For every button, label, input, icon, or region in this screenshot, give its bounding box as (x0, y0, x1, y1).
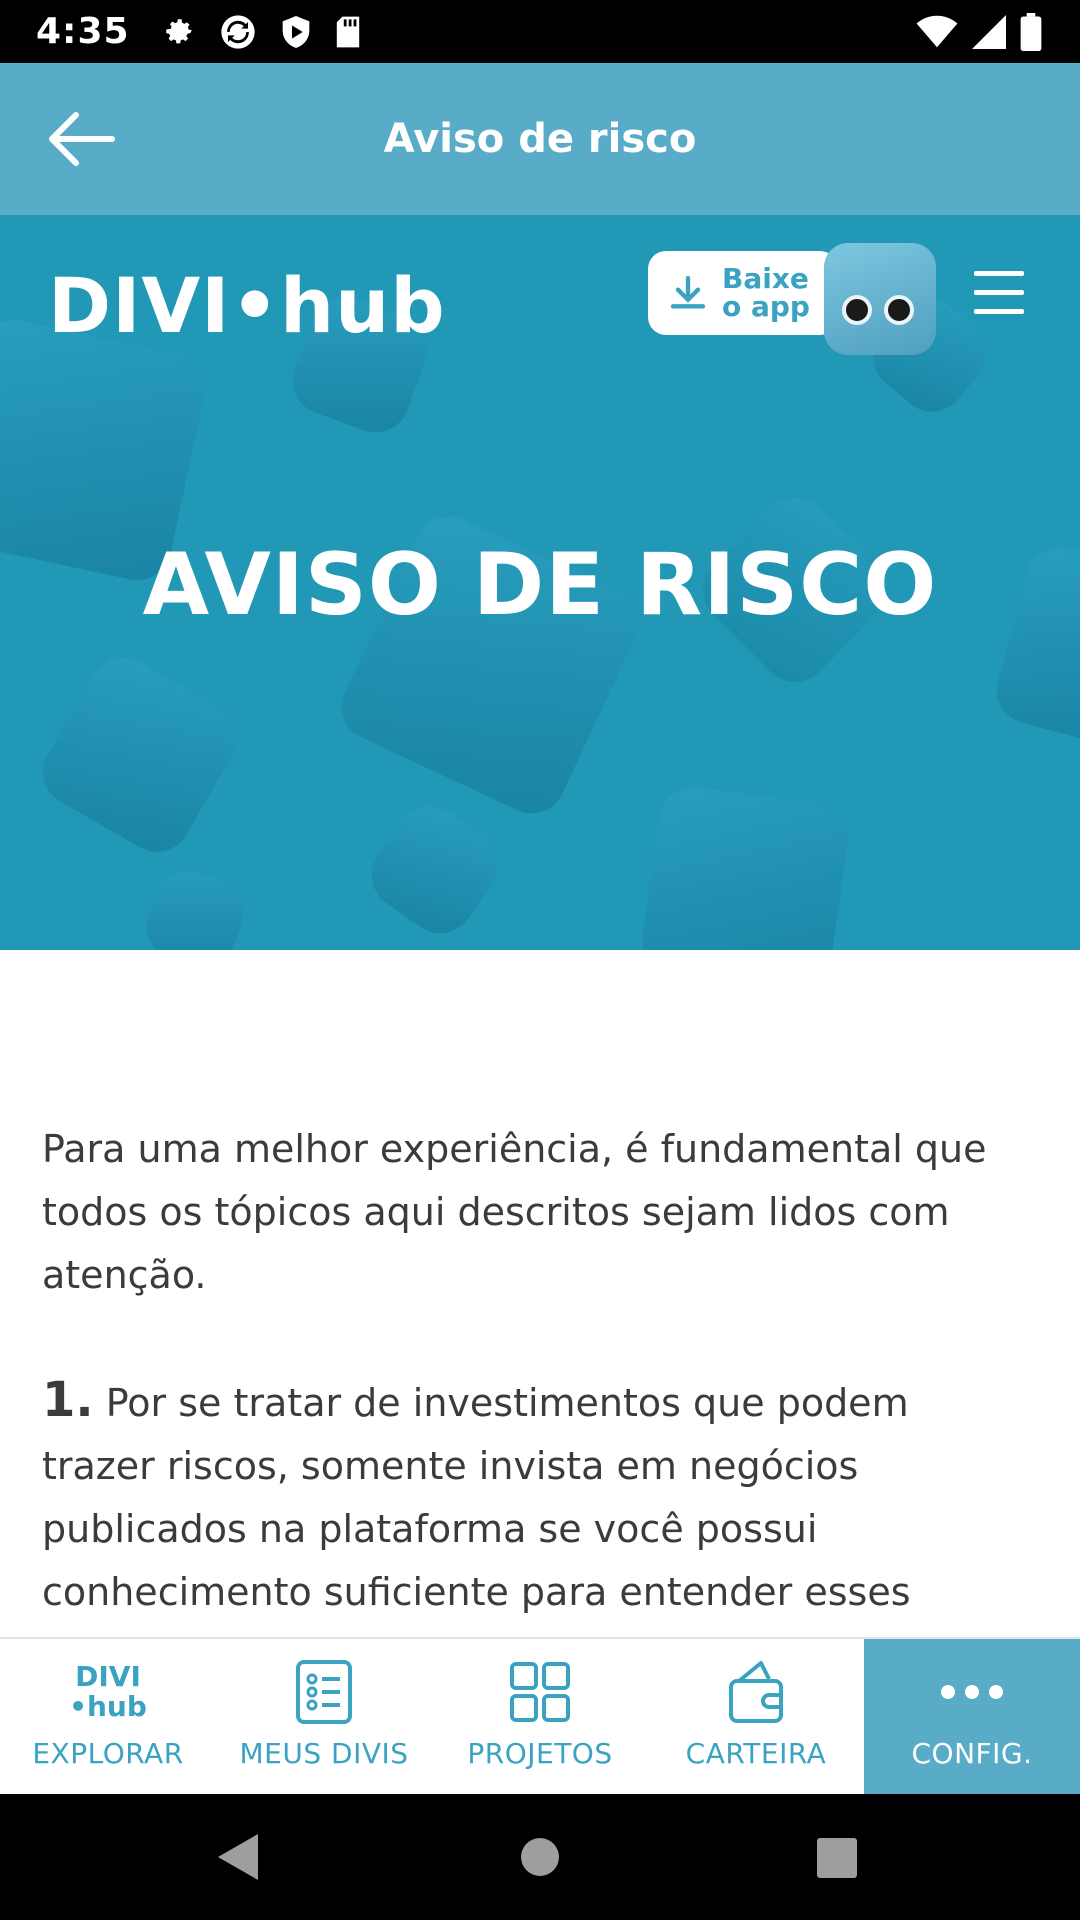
hero-banner: DIVI•hub Baixe o app AVISO DE RISCO (0, 215, 1080, 950)
nav-label: CONFIG. (911, 1737, 1033, 1770)
signal-icon (972, 14, 1006, 49)
more-dots-icon (939, 1657, 1005, 1727)
risk-item-text: Por se tratar de investimentos que podem… (42, 1381, 911, 1677)
decorative-cube (30, 645, 250, 865)
hamburger-icon-line (974, 290, 1024, 295)
mascot-icon (824, 243, 936, 355)
download-icon (670, 275, 706, 309)
nav-meus-divis[interactable]: MEUS DIVIS (216, 1639, 432, 1796)
mascot-eye-icon (842, 295, 872, 325)
decorative-cube (137, 862, 253, 950)
sync-icon (220, 14, 255, 49)
nav-label: PROJETOS (467, 1737, 613, 1770)
app-bar: Aviso de risco (0, 63, 1080, 215)
status-system-icons (916, 0, 1042, 63)
nav-label: MEUS DIVIS (239, 1737, 409, 1770)
grid-icon (509, 1657, 571, 1727)
download-app-button[interactable]: Baixe o app (648, 251, 838, 335)
nav-config[interactable]: CONFIG. (864, 1639, 1080, 1796)
back-button[interactable] (44, 107, 124, 171)
status-notification-icons (162, 12, 362, 52)
gear-icon (165, 18, 192, 43)
intro-paragraph: Para uma melhor experiência, é fundament… (42, 1127, 987, 1297)
mini-logo-top: DIVI (75, 1660, 141, 1693)
nav-projetos[interactable]: PROJETOS (432, 1639, 648, 1796)
battery-icon (1020, 12, 1042, 51)
hamburger-menu-button[interactable] (974, 271, 1024, 315)
divihub-logo[interactable]: DIVI•hub (48, 261, 446, 350)
nav-explorar[interactable]: DIVI •hub EXPLORAR (0, 1639, 216, 1796)
wifi-icon (916, 15, 958, 47)
recents-square-icon[interactable] (817, 1838, 857, 1878)
decorative-cube (637, 782, 853, 950)
decorative-cube (358, 793, 512, 947)
list-icon (295, 1657, 353, 1727)
sd-card-icon (336, 16, 359, 47)
nav-label: CARTEIRA (685, 1737, 827, 1770)
nav-label: EXPLORAR (32, 1737, 184, 1770)
hamburger-icon (974, 271, 1024, 276)
risk-item-number: 1. (42, 1372, 94, 1428)
mini-logo-bottom: •hub (69, 1690, 147, 1723)
hero-title: AVISO DE RISCO (142, 535, 938, 635)
status-bar: 4:35 (0, 0, 1080, 63)
hamburger-icon-line (974, 309, 1024, 314)
home-circle-icon[interactable] (519, 1836, 561, 1878)
mascot-eye-icon (884, 295, 914, 325)
system-navigation-bar (0, 1794, 1080, 1920)
divihub-logo-icon: DIVI •hub (69, 1657, 147, 1727)
page-title: Aviso de risco (383, 116, 697, 162)
arrow-left-icon (49, 112, 115, 166)
nav-carteira[interactable]: CARTEIRA (648, 1639, 864, 1796)
wallet-icon (727, 1657, 785, 1727)
back-triangle-icon[interactable] (216, 1832, 260, 1882)
bottom-navigation: DIVI •hub EXPLORAR MEUS DIVIS PROJETOS C… (0, 1637, 1080, 1796)
shield-icon (282, 15, 309, 48)
download-app-label: Baixe o app (722, 262, 810, 323)
status-time: 4:35 (36, 11, 130, 52)
